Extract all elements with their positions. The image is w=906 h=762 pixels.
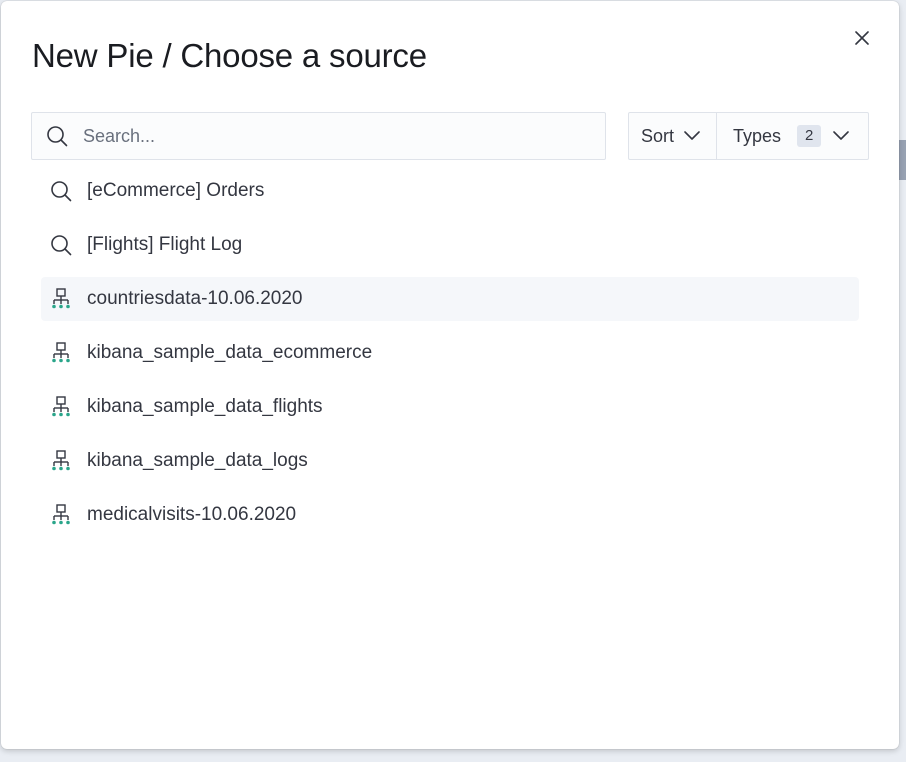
sort-label: Sort bbox=[641, 125, 675, 146]
search-input[interactable] bbox=[81, 124, 565, 148]
index-pattern-icon bbox=[49, 449, 73, 473]
index-pattern-icon bbox=[49, 341, 73, 365]
types-count-badge: 2 bbox=[797, 125, 822, 147]
list-item[interactable]: kibana_sample_data_flights bbox=[41, 385, 859, 429]
close-icon bbox=[855, 31, 869, 45]
filter-group: Sort Types 2 bbox=[628, 112, 869, 160]
sort-button[interactable]: Sort bbox=[629, 113, 717, 159]
search-icon bbox=[49, 179, 73, 203]
list-item-label: [Flights] Flight Log bbox=[87, 234, 243, 255]
index-pattern-icon bbox=[49, 287, 73, 311]
choose-source-modal: New Pie / Choose a source Sort Types 2 bbox=[1, 1, 899, 749]
search-field[interactable] bbox=[31, 112, 606, 160]
list-item[interactable]: countriesdata-10.06.2020 bbox=[41, 277, 859, 321]
chevron-down-icon bbox=[684, 131, 700, 141]
index-pattern-icon bbox=[49, 503, 73, 527]
list-item[interactable]: medicalvisits-10.06.2020 bbox=[41, 493, 859, 537]
search-icon bbox=[45, 124, 69, 148]
list-item[interactable]: [Flights] Flight Log bbox=[41, 223, 859, 267]
list-item[interactable]: kibana_sample_data_logs bbox=[41, 439, 859, 483]
list-item[interactable]: kibana_sample_data_ecommerce bbox=[41, 331, 859, 375]
source-list: [eCommerce] Orders [Flights] Flight Log bbox=[41, 169, 859, 547]
list-item-label: medicalvisits-10.06.2020 bbox=[87, 504, 297, 525]
chevron-down-icon bbox=[833, 131, 850, 141]
close-button[interactable] bbox=[851, 27, 873, 49]
index-pattern-icon bbox=[49, 395, 73, 419]
types-label: Types bbox=[733, 125, 782, 146]
types-filter-button[interactable]: Types 2 bbox=[717, 113, 868, 159]
list-item-label: countriesdata-10.06.2020 bbox=[87, 288, 303, 309]
list-item-label: [eCommerce] Orders bbox=[87, 180, 265, 201]
search-icon bbox=[49, 233, 73, 257]
list-item-label: kibana_sample_data_flights bbox=[87, 396, 323, 417]
modal-title: New Pie / Choose a source bbox=[32, 37, 427, 74]
list-item-label: kibana_sample_data_logs bbox=[87, 450, 308, 471]
list-item[interactable]: [eCommerce] Orders bbox=[41, 169, 859, 213]
list-item-label: kibana_sample_data_ecommerce bbox=[87, 342, 373, 363]
